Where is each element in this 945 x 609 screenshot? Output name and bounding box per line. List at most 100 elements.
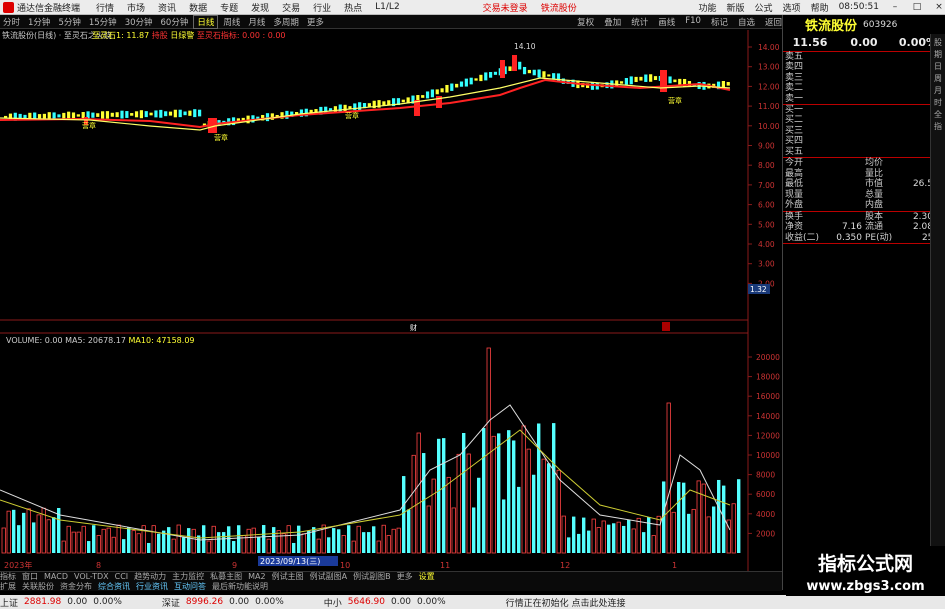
volume-bar <box>351 540 356 554</box>
volume-tick-label: 6000 <box>756 490 775 499</box>
volume-bar <box>227 526 231 553</box>
volume-bar <box>202 525 206 553</box>
candle <box>489 72 493 78</box>
volume-bar <box>17 525 21 553</box>
volume-bar <box>612 523 616 553</box>
volume-tick-label: 4000 <box>756 510 775 519</box>
side-tab[interactable]: 日 <box>933 62 944 70</box>
bid-2: 买二 <box>785 115 804 126</box>
side-tab[interactable]: 股 <box>933 38 944 46</box>
candle <box>193 109 197 118</box>
candle <box>537 69 541 78</box>
volume-bar <box>307 530 311 553</box>
volume-bar <box>292 542 296 553</box>
maximize-icon[interactable]: □ <box>911 2 923 12</box>
volume-bar <box>1 527 6 554</box>
volume-bar <box>32 522 36 553</box>
volume-bar <box>101 528 106 554</box>
volume-bar <box>176 524 181 554</box>
link-expand[interactable]: 扩展 <box>0 581 16 592</box>
price-tick-label: 8.00 <box>758 161 775 170</box>
side-tab[interactable]: 周 <box>933 74 944 82</box>
volume-bar <box>187 528 191 553</box>
volume-bar <box>327 537 331 553</box>
volume-bar <box>171 538 176 554</box>
candle <box>527 69 531 74</box>
candle <box>188 110 192 116</box>
volume-bar <box>591 518 596 554</box>
volume-bar <box>731 503 736 554</box>
side-tab[interactable]: 全 <box>933 110 944 118</box>
candle <box>425 91 430 99</box>
link-related[interactable]: 关联股份 <box>22 581 54 592</box>
volume-bar <box>666 402 671 554</box>
watermark-line2: www.zbgs3.com <box>806 579 925 594</box>
minimize-icon[interactable]: – <box>889 2 901 12</box>
status-bar: 上证 2881.98 0.00 0.00% 深证 8996.26 0.00 0.… <box>0 595 945 609</box>
volume-tick-label: 8000 <box>756 471 775 480</box>
volume-bar <box>81 525 86 554</box>
volume-bar <box>616 521 621 554</box>
volume-tick-label: 10000 <box>756 451 780 460</box>
volume-bar <box>556 469 561 554</box>
volume-axis: 20000 18000 16000 14000 12000 10000 8000 6000 40… <box>748 353 780 538</box>
volume-bar <box>526 448 531 554</box>
price-tick-label: 12.00 <box>758 82 780 91</box>
menu-bangzhu[interactable]: 帮助 <box>811 1 829 14</box>
volume-bar <box>587 530 591 553</box>
volume-tick-label: 12000 <box>756 431 780 440</box>
link-newfeatures[interactable]: 最后新功能说明 <box>212 581 268 592</box>
menu-xuanxiang[interactable]: 选项 <box>783 1 801 14</box>
candle <box>144 111 148 118</box>
bid-1: 买一 <box>785 105 804 116</box>
date-tick-label: 8 <box>96 561 101 570</box>
volume-bar <box>696 480 701 554</box>
volume-bar <box>486 347 491 554</box>
candle <box>130 113 134 116</box>
volume-bar <box>301 533 306 554</box>
candle <box>590 82 595 90</box>
volume-bar <box>341 535 346 554</box>
candle <box>91 112 95 118</box>
volume-bar <box>706 516 711 554</box>
candle <box>101 111 105 119</box>
candles-group <box>4 55 730 133</box>
stat-row: 最低 市值 26.5亿 <box>785 179 942 190</box>
volume-bar <box>246 528 251 554</box>
kline-chart[interactable]: 财 14.0013.0012.0011.0010.009.008.007.006… <box>0 0 782 571</box>
bid-4: 买四 <box>785 136 804 147</box>
candle <box>183 111 187 116</box>
close-icon[interactable]: × <box>933 2 945 12</box>
candle <box>678 78 682 85</box>
link-news[interactable]: 综合资讯 <box>98 581 130 592</box>
side-tab[interactable]: 月 <box>933 86 944 94</box>
cai-marker: 财 <box>410 323 417 332</box>
price-tick-label: 3.00 <box>758 260 775 269</box>
link-funds[interactable]: 资金分布 <box>60 581 92 592</box>
vol-ma5-line <box>0 404 731 541</box>
volume-bar <box>411 454 416 554</box>
link-qa[interactable]: 互动问答 <box>174 581 206 592</box>
candle <box>522 66 527 75</box>
volume-bar <box>136 533 141 554</box>
volume-bar <box>96 535 101 554</box>
side-tab[interactable]: 时 <box>933 98 944 106</box>
candle <box>115 112 119 118</box>
volume-bar <box>297 525 301 553</box>
side-tab[interactable]: 期 <box>933 50 944 58</box>
sz-pct: 0.00% <box>255 597 284 607</box>
stat-row: 现量 总量 <box>785 189 884 200</box>
link-industry[interactable]: 行业资讯 <box>136 581 168 592</box>
stat-row: 收益(二)0.350PE(动)25.1 <box>785 232 942 243</box>
price-axis: 14.00 13.00 12.00 11.00 10.00 9.00 8.00 7.00 6.0… <box>748 43 780 288</box>
side-tab[interactable]: 指 <box>933 122 944 130</box>
signal-label-3: 营章 <box>345 111 359 120</box>
bid-book: 买一 买二 买三 买四 买五 <box>783 105 945 159</box>
candle <box>125 111 129 118</box>
volume-bar <box>402 476 406 553</box>
stat-row: 换手 股本 2.30亿 <box>785 211 942 222</box>
status-message[interactable]: 行情正在初始化 点击此处连接 <box>506 596 626 609</box>
volume-bar <box>472 507 476 553</box>
volume-bar <box>622 525 626 553</box>
bid-5: 买五 <box>785 146 804 157</box>
